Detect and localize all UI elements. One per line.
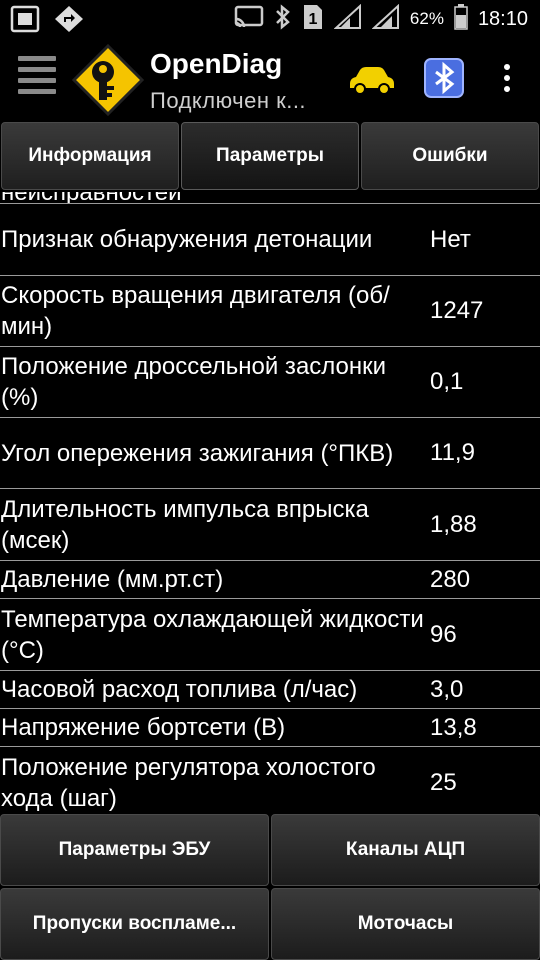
parameter-label: Положение регулятора холостого хода (шаг… xyxy=(1,754,376,812)
parameter-label: Признак обнаружения детонации xyxy=(1,226,373,253)
list-item[interactable]: Давление (мм.рт.ст) 280 xyxy=(0,561,540,599)
parameters-list[interactable]: неисправностей Признак обнаружения детон… xyxy=(0,192,540,814)
list-item[interactable]: Признак обнаружения детонации Нет xyxy=(0,204,540,276)
signal-icon xyxy=(333,3,362,35)
parameter-value: 3,0 xyxy=(430,675,464,703)
parameter-label: неисправностей xyxy=(0,192,427,203)
engine-hours-button[interactable]: Моточасы xyxy=(271,888,540,960)
parameter-value: Нет xyxy=(430,225,471,253)
tab-bar: Информация Параметры Ошибки xyxy=(0,120,540,192)
action-bar: OpenDiag Подключен к... xyxy=(0,38,540,120)
misfires-button[interactable]: Пропуски воспламе... xyxy=(0,888,269,960)
menu-icon[interactable] xyxy=(18,56,56,96)
wifi-signal-icon xyxy=(371,3,400,35)
warning-navigation-icon xyxy=(54,5,84,38)
adc-channels-button[interactable]: Каналы АЦП xyxy=(271,814,540,886)
parameter-value: 280 xyxy=(430,565,471,593)
bluetooth-icon[interactable] xyxy=(424,58,464,98)
parameter-label: Длительность импульса впрыска (мсек) xyxy=(1,495,369,554)
status-bar: 1 62% 18:10 xyxy=(0,0,540,38)
list-item: неисправностей xyxy=(0,192,540,204)
bottom-button-grid: Параметры ЭБУ Каналы АЦП Пропуски воспла… xyxy=(0,814,540,960)
screenshot-icon xyxy=(10,5,40,38)
clock: 18:10 xyxy=(477,7,528,30)
list-item[interactable]: Часовой расход топлива (л/час) 3,0 xyxy=(0,671,540,709)
list-item[interactable]: Напряжение бортсети (В) 13,8 xyxy=(0,709,540,747)
parameter-value: 11,9 xyxy=(430,439,475,466)
parameter-value: 1,88 xyxy=(430,510,477,538)
tab-parameters[interactable]: Параметры xyxy=(181,122,359,190)
list-item[interactable]: Положение дроссельной заслонки (%) 0,1 xyxy=(0,347,540,418)
parameter-value: 96 xyxy=(430,620,457,648)
car-icon[interactable] xyxy=(346,62,398,96)
parameter-value: 1247 xyxy=(430,297,484,324)
app-title: OpenDiag xyxy=(150,48,283,79)
ecu-parameters-button[interactable]: Параметры ЭБУ xyxy=(0,814,269,886)
parameter-label: Давление (мм.рт.ст) xyxy=(1,566,224,593)
parameter-label: Напряжение бортсети (В) xyxy=(1,714,286,741)
battery-icon xyxy=(454,3,468,35)
list-item[interactable]: Угол опережения зажигания (°ПКВ) 11,9 xyxy=(0,418,540,489)
cast-icon xyxy=(234,5,264,34)
tab-errors[interactable]: Ошибки xyxy=(361,122,539,190)
list-item[interactable]: Скорость вращения двигателя (об/мин) 124… xyxy=(0,276,540,347)
list-item[interactable]: Положение регулятора холостого хода (шаг… xyxy=(0,747,540,814)
connection-status: Подключен к... xyxy=(150,88,307,113)
parameter-label: Угол опережения зажигания (°ПКВ) xyxy=(1,439,394,467)
overflow-menu-icon[interactable] xyxy=(500,64,514,98)
list-item[interactable]: Длительность импульса впрыска (мсек) 1,8… xyxy=(0,489,540,561)
sim-icon: 1 xyxy=(302,4,324,35)
parameter-label: Часовой расход топлива (л/час) xyxy=(1,676,358,703)
parameter-value: 25 xyxy=(430,769,457,796)
battery-percent: 62% xyxy=(409,9,444,28)
parameter-value: 0,1 xyxy=(430,368,464,395)
parameter-value: 13,8 xyxy=(430,713,477,741)
list-item[interactable]: Температура охлаждающей жидкости (°C) 96 xyxy=(0,599,540,671)
tab-info[interactable]: Информация xyxy=(1,122,179,190)
parameter-label: Температура охлаждающей жидкости (°C) xyxy=(1,605,424,664)
app-logo-key-icon[interactable] xyxy=(71,43,145,117)
parameter-label: Скорость вращения двигателя (об/мин) xyxy=(1,282,390,340)
bluetooth-icon xyxy=(274,3,292,35)
svg-text:1: 1 xyxy=(308,11,317,28)
parameter-label: Положение дроссельной заслонки (%) xyxy=(1,353,387,411)
